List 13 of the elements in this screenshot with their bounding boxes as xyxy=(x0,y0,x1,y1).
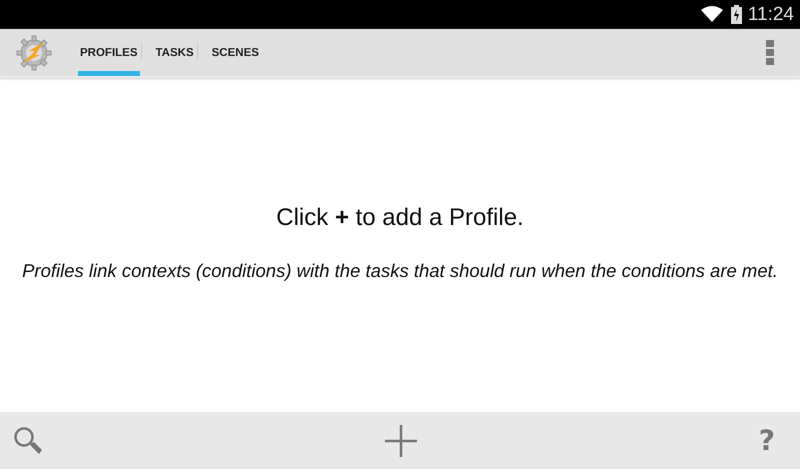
clock-time: 11:24 xyxy=(748,4,794,26)
tab[interactable]: TASKS xyxy=(154,29,196,76)
add-icon[interactable] xyxy=(384,424,417,456)
search-icon[interactable] xyxy=(13,426,43,456)
help-button[interactable]: ? xyxy=(758,424,775,457)
battery-icon xyxy=(730,5,742,24)
empty-state-headline: Click + to add a Profile. xyxy=(276,204,524,232)
wifi-icon xyxy=(700,6,723,23)
tab[interactable]: SCENES xyxy=(210,29,261,76)
app-logo-icon[interactable] xyxy=(15,34,53,72)
empty-state-description: Profiles link contexts (conditions) with the tasks that should run when the conditions are met. xyxy=(22,259,778,282)
tab[interactable]: PROFILES xyxy=(78,29,140,76)
overflow-menu-icon[interactable] xyxy=(766,40,774,66)
